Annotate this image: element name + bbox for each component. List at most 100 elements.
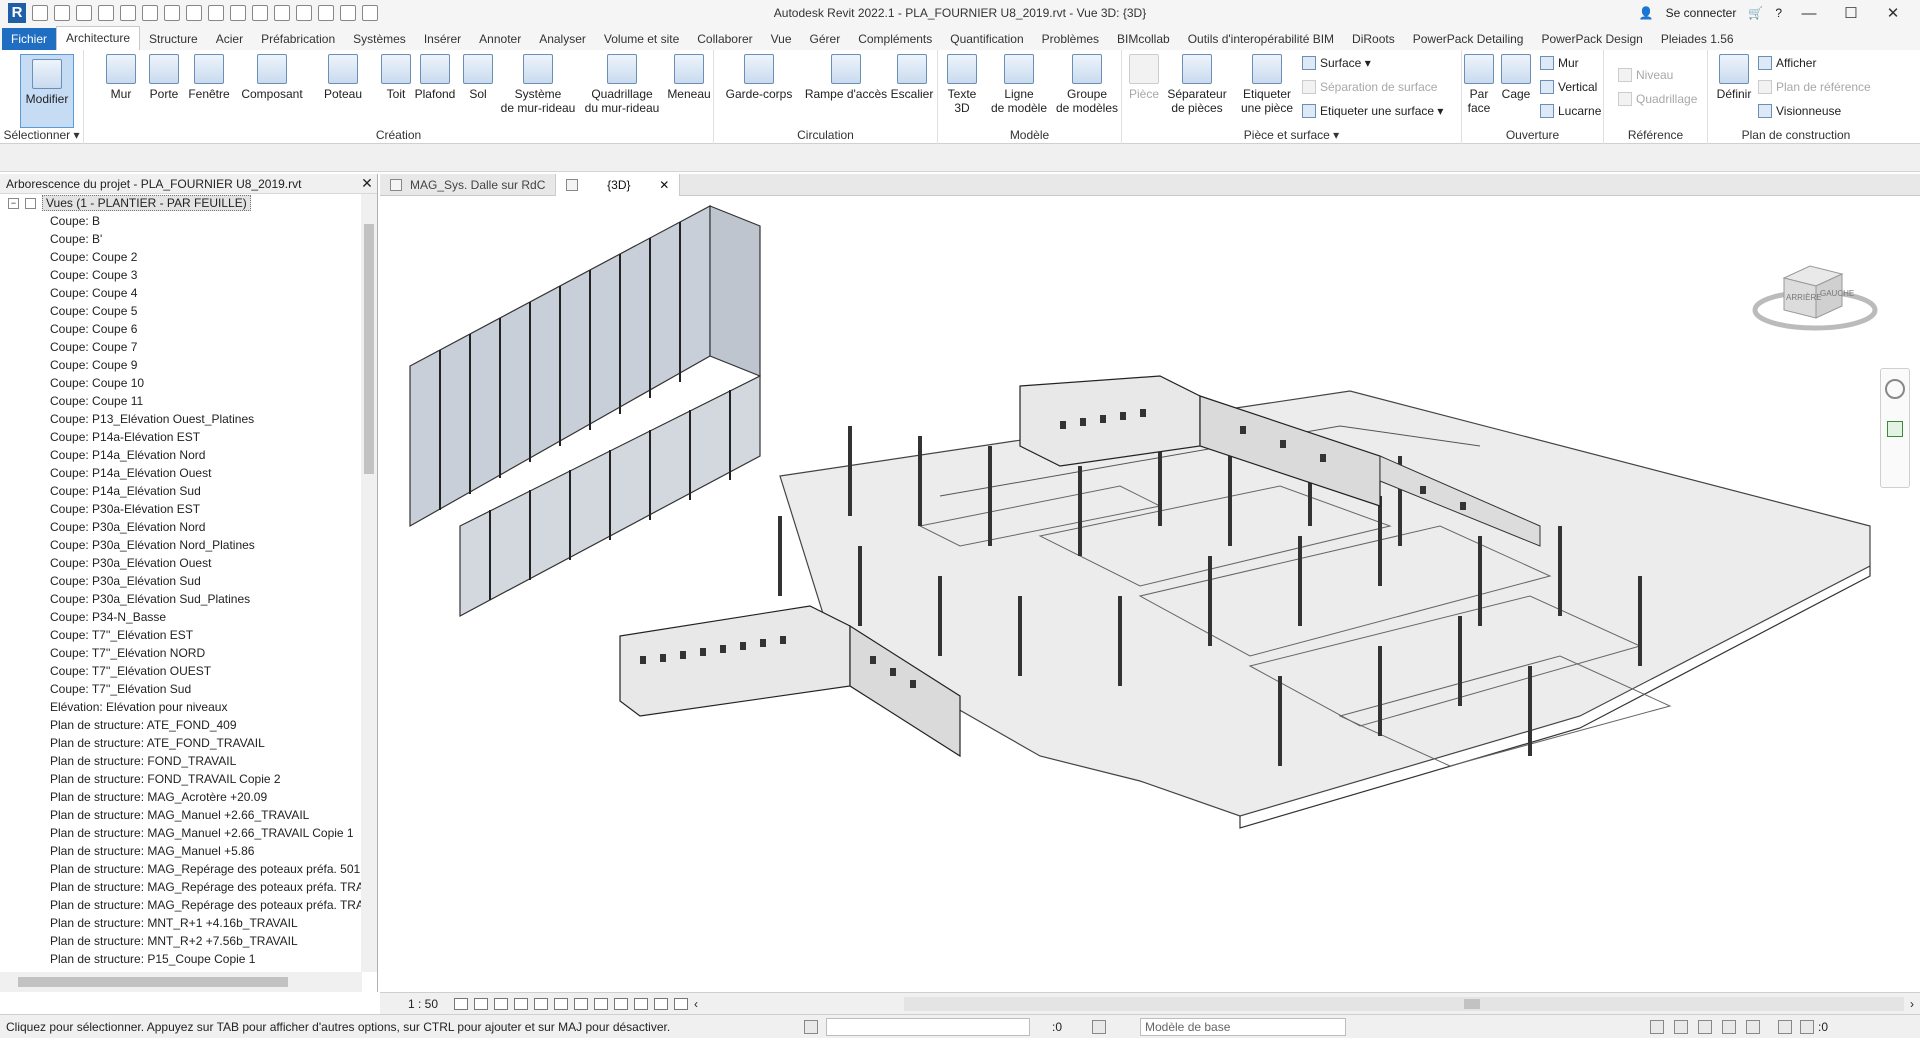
viewcube-left-face[interactable]: GAUCHE — [1820, 289, 1854, 298]
select-underlay-icon[interactable] — [1674, 1020, 1688, 1034]
minimize-icon[interactable]: — — [1794, 5, 1824, 22]
render-icon[interactable] — [534, 997, 548, 1010]
workset-icon[interactable] — [804, 1020, 818, 1034]
temporary-properties-icon[interactable] — [654, 997, 668, 1010]
tree-item[interactable]: Coupe: Coupe 6 — [0, 320, 362, 338]
tree-root-label[interactable]: Vues (1 - PLANTIER - PAR FEUILLE) — [42, 195, 251, 211]
scroll-right-icon[interactable]: › — [1910, 997, 1920, 1011]
ribbon-tab-17[interactable]: Outils d'interopérabilité BIM — [1179, 28, 1343, 50]
niveau-button[interactable]: Niveau — [1618, 68, 1673, 82]
visionneuse-button[interactable]: Visionneuse — [1758, 104, 1841, 118]
analytical-model-icon[interactable] — [674, 997, 688, 1010]
browser-close-icon[interactable]: ✕ — [357, 175, 377, 192]
ribbon-tab-18[interactable]: DiRoots — [1343, 28, 1404, 50]
3d-view-icon[interactable] — [274, 5, 290, 21]
tree-item[interactable]: Plan de structure: FOND_TRAVAIL Copie 2 — [0, 770, 362, 788]
cart-icon[interactable]: 🛒 — [1748, 6, 1763, 20]
3d-viewport[interactable]: ARRIÈRE GAUCHE — [380, 196, 1920, 992]
mur-ouverture-button[interactable]: Mur — [1540, 56, 1579, 70]
ribbon-tab-2[interactable]: Structure — [140, 28, 207, 50]
quadrillage-mur-rideau-button[interactable]: Quadrillage du mur-rideau — [580, 54, 664, 115]
tree-item[interactable]: Coupe: T7''_Elévation Sud — [0, 680, 362, 698]
ribbon-tab-16[interactable]: BIMcollab — [1108, 28, 1179, 50]
browser-vertical-scrollbar[interactable] — [361, 194, 377, 972]
tree-item[interactable]: Coupe: P30a_Elévation Sud_Platines — [0, 590, 362, 608]
home-icon[interactable] — [32, 5, 48, 21]
tree-item[interactable]: Coupe: P14a_Elévation Ouest — [0, 464, 362, 482]
select-links-icon[interactable] — [1650, 1020, 1664, 1034]
steering-wheel-icon[interactable] — [1885, 379, 1905, 399]
tree-item[interactable]: Plan de structure: ATE_FOND_409 — [0, 716, 362, 734]
garde-corps-button[interactable]: Garde-corps — [724, 54, 794, 101]
systeme-mur-rideau-button[interactable]: Système de mur-rideau — [496, 54, 580, 115]
visual-style-icon[interactable] — [474, 997, 488, 1010]
escalier-button[interactable]: Escalier — [888, 54, 936, 101]
ribbon-tab-1[interactable]: Architecture — [56, 26, 141, 50]
crop-view-icon[interactable] — [554, 997, 568, 1010]
tree-item[interactable]: Plan de structure: MAG_Repérage des pote… — [0, 878, 362, 896]
ribbon-tab-14[interactable]: Quantification — [941, 28, 1032, 50]
lucarne-button[interactable]: Lucarne — [1540, 104, 1601, 118]
navigation-bar[interactable] — [1880, 368, 1910, 488]
section-icon[interactable] — [296, 5, 312, 21]
editable-only-icon[interactable] — [1092, 1020, 1106, 1034]
close-icon[interactable]: ✕ — [1878, 4, 1908, 22]
scroll-thumb[interactable] — [364, 224, 374, 474]
par-face-button[interactable]: Par face — [1462, 54, 1496, 115]
ribbon-tab-12[interactable]: Gérer — [801, 28, 850, 50]
tree-item[interactable]: Coupe: Coupe 9 — [0, 356, 362, 374]
measure-icon[interactable] — [186, 5, 202, 21]
ribbon-tab-8[interactable]: Analyser — [530, 28, 595, 50]
ribbon-tab-15[interactable]: Problèmes — [1033, 28, 1108, 50]
help-icon[interactable]: ? — [1775, 6, 1782, 20]
texte-3d-button[interactable]: Texte 3D — [942, 54, 982, 115]
tree-item[interactable]: Coupe: P14a_Elévation Nord — [0, 446, 362, 464]
panel-select-title[interactable]: Sélectionner ▾ — [0, 128, 83, 142]
tree-item[interactable]: Plan de structure: MAG_Manuel +5.86 — [0, 842, 362, 860]
background-process-icon[interactable] — [1778, 1020, 1792, 1034]
tree-item[interactable]: Coupe: T7''_Elévation OUEST — [0, 662, 362, 680]
dimension-icon[interactable] — [208, 5, 224, 21]
tree-item[interactable]: Plan de structure: ATE_FOND_TRAVAIL — [0, 734, 362, 752]
etiqueter-piece-button[interactable]: Etiqueter une pièce — [1234, 54, 1300, 115]
sign-in-link[interactable]: Se connecter — [1666, 6, 1737, 20]
maximize-icon[interactable]: ☐ — [1836, 4, 1866, 22]
tree-item[interactable]: Coupe: P30a_Elévation Ouest — [0, 554, 362, 572]
ribbon-tab-7[interactable]: Annoter — [470, 28, 530, 50]
separation-surface-button[interactable]: Séparation de surface — [1302, 80, 1437, 94]
tree-item[interactable]: Plan de structure: P15_Coupe Copie 1 — [0, 950, 362, 968]
ribbon-tab-0[interactable]: Fichier — [2, 28, 57, 50]
view-horizontal-scrollbar[interactable] — [904, 996, 1904, 1011]
definir-button[interactable]: Définir — [1712, 54, 1756, 101]
modifier-button[interactable]: Modifier — [20, 54, 74, 128]
tree-item[interactable]: Plan de structure: MNT_R+2 +7.56b_TRAVAI… — [0, 932, 362, 950]
ribbon-tab-10[interactable]: Collaborer — [688, 28, 761, 50]
browser-horizontal-scrollbar[interactable] — [0, 972, 362, 992]
view-tab-dalle[interactable]: MAG_Sys. Dalle sur RdC — [380, 174, 557, 196]
sun-path-icon[interactable] — [494, 997, 508, 1010]
detail-level-icon[interactable] — [454, 997, 468, 1010]
select-by-face-icon[interactable] — [1722, 1020, 1736, 1034]
ribbon-tab-20[interactable]: PowerPack Design — [1532, 28, 1651, 50]
shadows-icon[interactable] — [514, 997, 528, 1010]
tree-item[interactable]: Coupe: B — [0, 212, 362, 230]
piece-button[interactable]: Pièce — [1126, 54, 1162, 101]
tree-item[interactable]: Coupe: T7''_Elévation EST — [0, 626, 362, 644]
save-icon[interactable] — [76, 5, 92, 21]
tree-item[interactable]: Plan de structure: MAG_Repérage des pote… — [0, 860, 362, 878]
switch-windows-icon[interactable] — [362, 5, 378, 21]
tree-item[interactable]: Plan de structure: MNT_R+1 +4.16b_TRAVAI… — [0, 914, 362, 932]
viewcube[interactable]: ARRIÈRE GAUCHE — [1750, 248, 1880, 338]
undo-icon[interactable] — [120, 5, 136, 21]
porte-button[interactable]: Porte — [142, 54, 186, 101]
tree-item[interactable]: Coupe: Coupe 11 — [0, 392, 362, 410]
text-icon[interactable] — [252, 5, 268, 21]
tree-item[interactable]: Coupe: P30a_Elévation Sud — [0, 572, 362, 590]
tree-item[interactable]: Coupe: Coupe 3 — [0, 266, 362, 284]
sync-icon[interactable] — [98, 5, 114, 21]
viewcube-back-face[interactable]: ARRIÈRE — [1786, 293, 1822, 302]
lock-view-icon[interactable] — [594, 997, 608, 1010]
tree-item[interactable]: Coupe: P14a-Elévation EST — [0, 428, 362, 446]
reveal-hidden-icon[interactable] — [634, 997, 648, 1010]
redo-icon[interactable] — [142, 5, 158, 21]
